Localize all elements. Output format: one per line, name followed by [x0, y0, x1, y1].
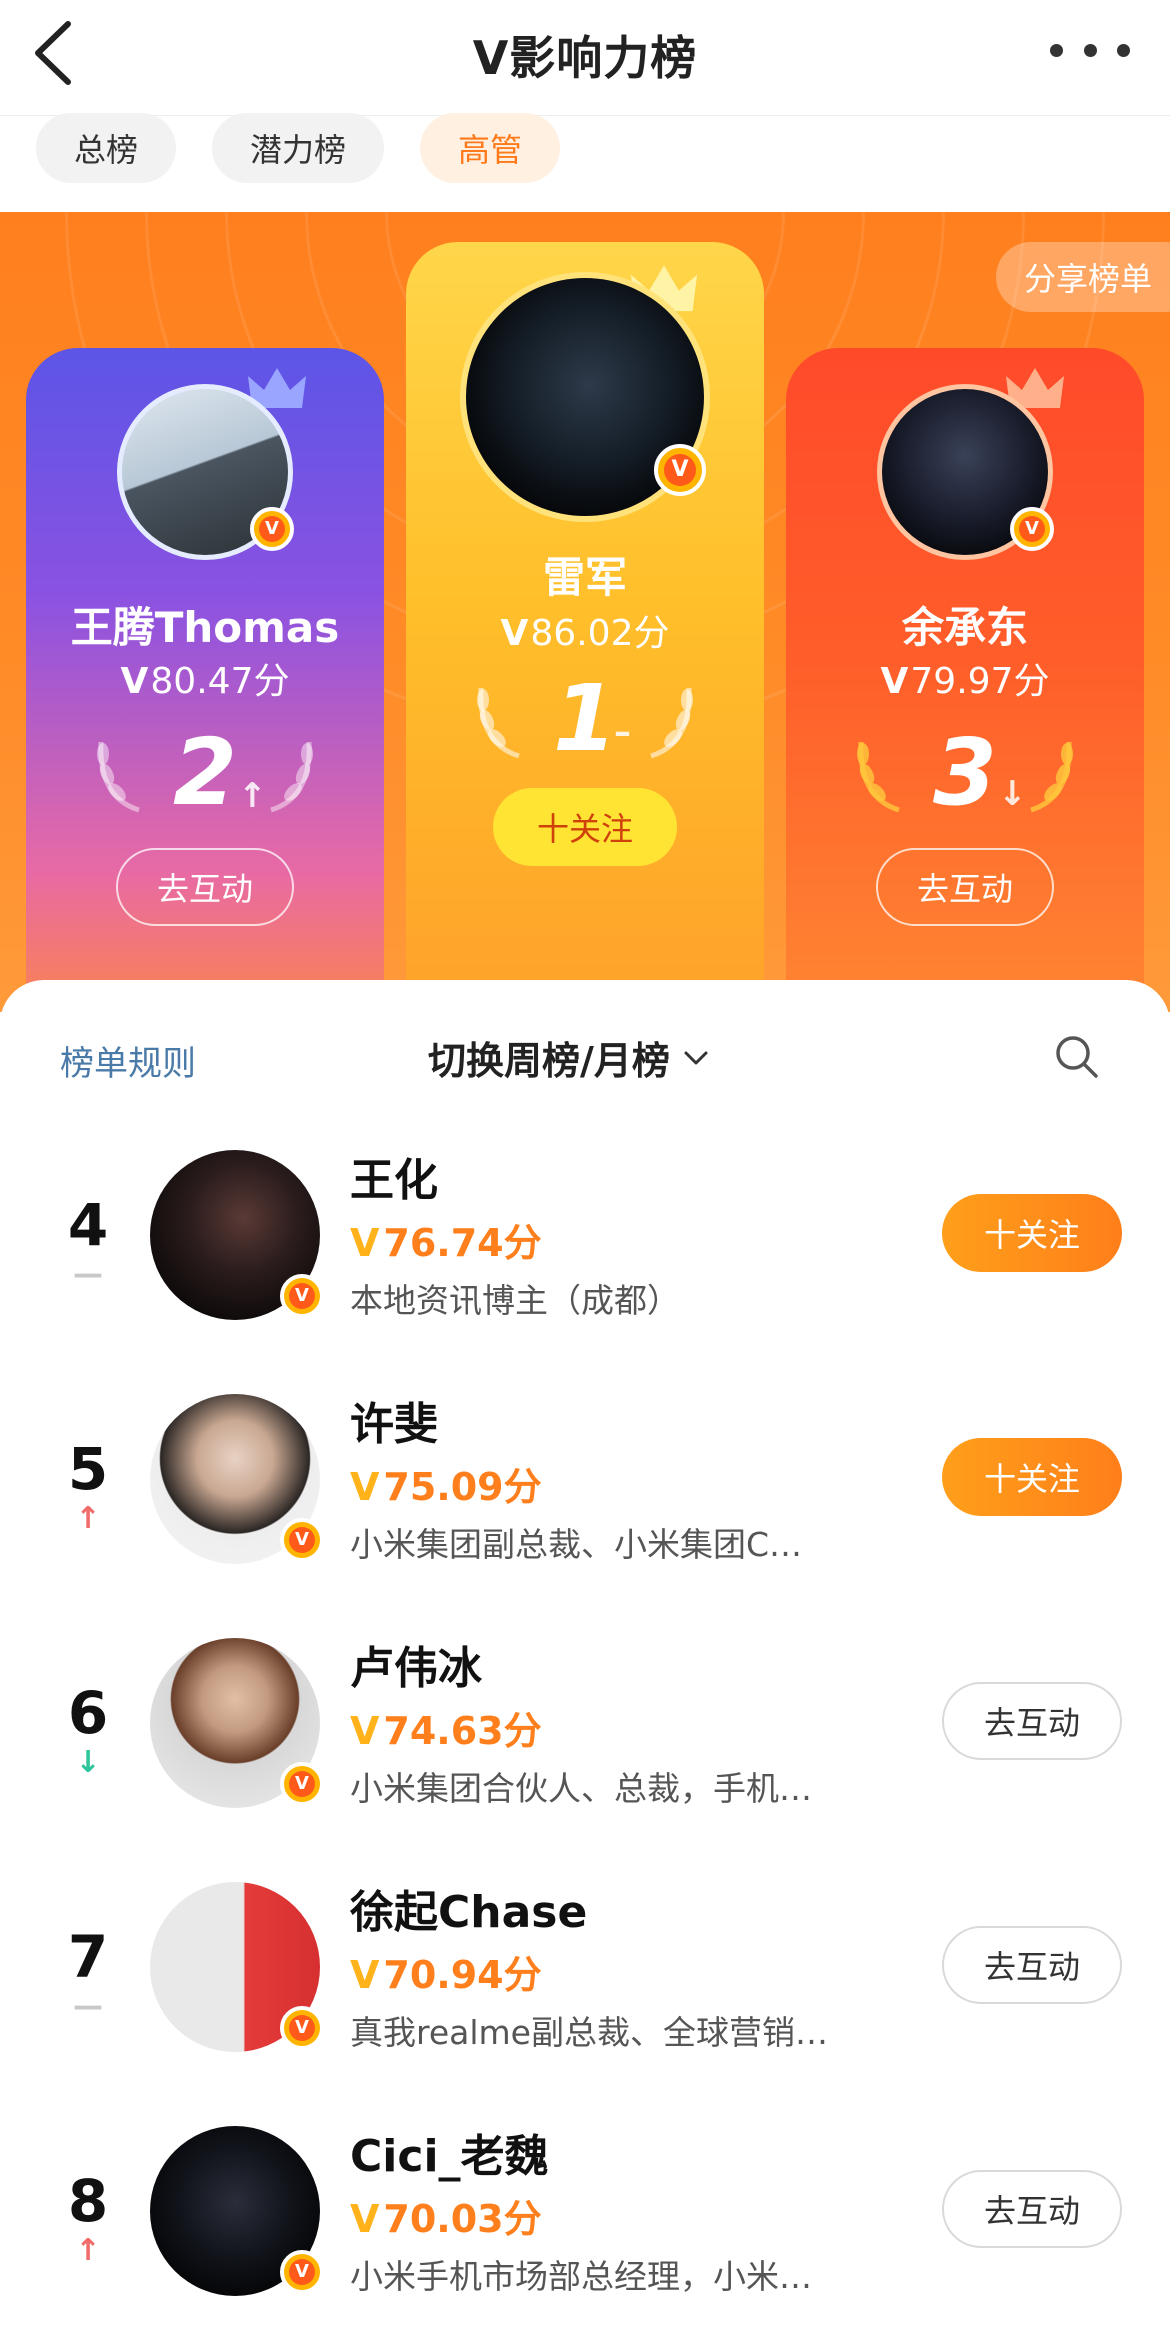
verified-v-icon: V	[280, 1274, 324, 1318]
user-name[interactable]: 徐起Chase	[350, 1876, 587, 1940]
user-name[interactable]: 卢伟冰	[350, 1632, 482, 1696]
follow-button[interactable]: 十关注	[942, 1438, 1122, 1516]
interact-button[interactable]: 去互动	[942, 1682, 1122, 1760]
list-item[interactable]: 5 ↑ V 许斐 V 75.09分 小米集团副总裁、小米集团C… 十关注	[0, 1394, 1170, 1594]
search-icon[interactable]	[1052, 1032, 1100, 1080]
user-description: 小米集团副总裁、小米集团C…	[350, 1525, 803, 1564]
top-nav-bar: V影响力榜	[0, 0, 1170, 116]
podium-name: 余承东	[901, 603, 1028, 652]
user-description: 真我realme副总裁、全球营销…	[350, 2013, 828, 2052]
podium-rank: 3 ↓	[786, 718, 1144, 828]
rank-number: 5	[67, 1435, 109, 1503]
influence-score: V 74.63分	[350, 1709, 542, 1753]
laurel-icon	[1030, 741, 1073, 813]
avatar[interactable]: V	[150, 1882, 324, 2052]
verified-v-icon: V	[654, 444, 706, 496]
interact-button[interactable]: 去互动	[942, 1926, 1122, 2004]
avatar[interactable]: V	[460, 272, 710, 522]
tab-potential[interactable]: 潜力榜	[212, 113, 385, 183]
rank-number: 2	[172, 719, 237, 826]
podium-card-rank-3: V 余承东 V79.97分 3 ↓ 去互动	[786, 348, 1144, 1012]
avatar[interactable]: V	[150, 2126, 324, 2296]
influence-score: V 70.03分	[350, 2197, 542, 2241]
trend-same-icon: —	[73, 1257, 103, 1292]
tab-executive[interactable]: 高管	[420, 113, 561, 183]
category-tabs: 总榜 潜力榜 高管	[36, 113, 561, 183]
page-title: V影响力榜	[472, 31, 698, 85]
laurel-icon	[270, 741, 313, 813]
chevron-down-icon	[684, 1051, 708, 1064]
podium-name: 雷军	[542, 553, 627, 602]
user-name[interactable]: Cici_老魏	[350, 2120, 549, 2184]
laurel-icon	[650, 687, 693, 759]
podium-score: V79.97分	[880, 661, 1050, 702]
influence-score: V 76.74分	[350, 1221, 542, 1265]
top3-podium: 分享榜单 V 王腾Thomas V80.47分 2 ↑ 去互动 V 雷军 V86…	[0, 212, 1170, 1012]
podium-score: V80.47分	[120, 661, 290, 702]
influence-score: V 75.09分	[350, 1465, 542, 1509]
podium-card-rank-2: V 王腾Thomas V80.47分 2 ↑ 去互动	[26, 348, 384, 1012]
interact-button[interactable]: 去互动	[116, 848, 294, 926]
rank-number: 8	[67, 2167, 109, 2235]
rank-number: 1	[552, 665, 617, 772]
avatar[interactable]: V	[150, 1638, 324, 1808]
trend-same-icon: –	[614, 712, 631, 752]
podium-name: 王腾Thomas	[70, 603, 340, 652]
rank-number: 4	[67, 1191, 109, 1259]
more-dots-icon	[1050, 43, 1063, 57]
rank-number: 7	[67, 1923, 109, 1991]
interact-button[interactable]: 去互动	[876, 848, 1054, 926]
podium-rank: 1 –	[406, 664, 764, 774]
more-button[interactable]	[1050, 30, 1130, 70]
follow-button[interactable]: 十关注	[942, 1194, 1122, 1272]
rank-number: 3	[932, 719, 997, 826]
ranking-rules-link[interactable]: 榜单规则	[60, 1036, 196, 1085]
rank-number: 6	[67, 1679, 109, 1747]
trend-up-icon: ↑	[75, 2233, 101, 2268]
verified-v-icon: V	[250, 507, 294, 551]
avatar[interactable]: V	[117, 384, 294, 560]
follow-button[interactable]: 十关注	[493, 788, 677, 866]
list-item[interactable]: 4 — V 王化 V 76.74分 本地资讯博主（成都） 十关注	[0, 1150, 1170, 1350]
trend-up-icon: ↑	[75, 1501, 101, 1536]
share-ranking-button[interactable]: 分享榜单	[995, 242, 1170, 312]
interact-button[interactable]: 去互动	[942, 2170, 1122, 2248]
influence-score: V 70.94分	[350, 1953, 542, 1997]
list-item[interactable]: 8 ↑ V Cici_老魏 V 70.03分 小米手机市场部总经理，小米… 去互动	[0, 2126, 1170, 2326]
rank-column: 5 ↑	[50, 1434, 126, 1536]
avatar[interactable]: V	[150, 1394, 324, 1564]
list-item[interactable]: 7 — V 徐起Chase V 70.94分 真我realme副总裁、全球营销… …	[0, 1882, 1170, 2082]
podium-score: V86.02分	[500, 613, 670, 654]
avatar[interactable]: V	[150, 1150, 324, 1320]
verified-v-icon: V	[280, 1518, 324, 1562]
podium-card-rank-1: V 雷军 V86.02分 1 – 十关注	[406, 242, 764, 1012]
ranking-list-panel: 榜单规则 切换周榜/月榜 4 — V 王化 V 76.74分 本地资讯博主（成都）…	[0, 980, 1170, 2330]
switch-period-dropdown[interactable]: 切换周榜/月榜	[428, 1030, 714, 1085]
rank-column: 7 —	[50, 1922, 126, 2024]
verified-v-icon: V	[280, 2006, 324, 2050]
podium-rank: 2 ↑	[26, 718, 384, 828]
tab-overall[interactable]: 总榜	[36, 113, 177, 183]
user-description: 本地资讯博主（成都）	[350, 1281, 680, 1320]
rank-column: 6 ↓	[50, 1678, 126, 1780]
verified-v-icon: V	[1010, 507, 1054, 551]
rank-column: 4 —	[50, 1190, 126, 1292]
switch-period-label: 切换周榜/月榜	[428, 1039, 670, 1083]
trend-down-icon: ↓	[75, 1745, 101, 1780]
user-description: 小米手机市场部总经理，小米…	[350, 2257, 812, 2296]
user-description: 小米集团合伙人、总裁，手机…	[350, 1769, 812, 1808]
verified-v-icon: V	[280, 1762, 324, 1806]
trend-same-icon: —	[73, 1989, 103, 2024]
avatar[interactable]: V	[877, 384, 1054, 560]
rank-column: 8 ↑	[50, 2166, 126, 2268]
user-name[interactable]: 王化	[350, 1144, 438, 1208]
user-name[interactable]: 许斐	[350, 1388, 438, 1452]
verified-v-icon: V	[280, 2250, 324, 2294]
list-item[interactable]: 6 ↓ V 卢伟冰 V 74.63分 小米集团合伙人、总裁，手机… 去互动	[0, 1638, 1170, 1838]
